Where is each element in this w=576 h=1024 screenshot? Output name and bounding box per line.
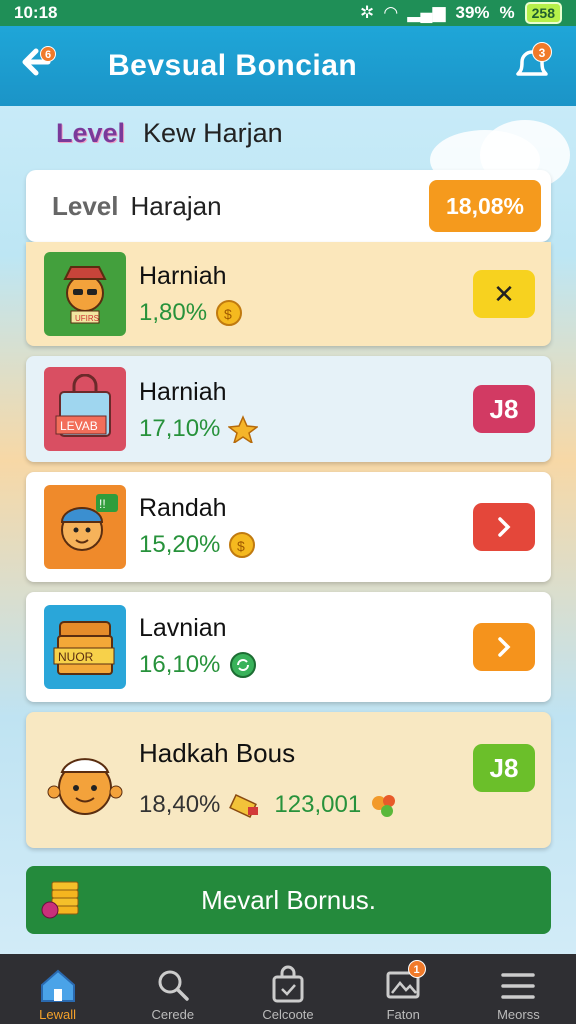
thumb-label: NUOR bbox=[58, 650, 94, 664]
notification-badge: 3 bbox=[532, 42, 552, 62]
bonus-action-button[interactable]: J8 bbox=[473, 744, 535, 792]
item-action-button[interactable]: ✕ bbox=[473, 270, 535, 318]
thumb-label: LEVAB bbox=[60, 419, 98, 433]
svg-text:$: $ bbox=[224, 306, 232, 322]
chevron-right-icon bbox=[498, 517, 511, 537]
nav-label: Cerede bbox=[151, 1007, 195, 1022]
nav-item-search[interactable]: Cerede bbox=[115, 954, 230, 1024]
home-icon bbox=[40, 969, 75, 1002]
list-item[interactable]: !! Randah 15,20% $ bbox=[26, 472, 551, 582]
treasure-chest-icon: NUOR bbox=[44, 605, 126, 689]
battery-indicator: 258 bbox=[524, 2, 562, 24]
summary-panel: Level Harajan 18,08% bbox=[26, 170, 551, 242]
nav-label: Lewall bbox=[39, 1007, 77, 1022]
character-avatar-icon: UFIRS bbox=[44, 252, 126, 336]
refresh-coin-icon bbox=[230, 652, 257, 678]
list-item[interactable]: NUOR Lavnian 16,10% bbox=[26, 592, 551, 702]
character-avatar-icon: !! bbox=[44, 485, 126, 569]
battery-label: % bbox=[499, 3, 515, 22]
svg-text:$: $ bbox=[237, 538, 245, 554]
nav-label: Faton bbox=[386, 1007, 420, 1022]
nav-item-gallery[interactable]: 1 Faton bbox=[346, 954, 461, 1024]
item-action-button[interactable] bbox=[473, 503, 535, 551]
claim-bonus-label: Mevarl Bornus. bbox=[201, 884, 376, 915]
bottom-nav: Lewall Cerede Celcoote 1 Faton Meorss bbox=[0, 954, 576, 1024]
subheader: Level Kew Harjan bbox=[56, 118, 283, 149]
status-bar: 10:18 ✲ ◠ ▂▄▆ 39% % 258 bbox=[0, 0, 576, 26]
gem-cluster-icon bbox=[372, 795, 396, 817]
nav-item-home[interactable]: Lewall bbox=[0, 954, 115, 1024]
page-title: Bevsual Boncian bbox=[108, 49, 358, 82]
item-name: Lavnian bbox=[139, 614, 227, 642]
coin-icon: $ bbox=[216, 300, 243, 326]
nav-label: Celcoote bbox=[262, 1007, 314, 1022]
bonus-reward: 123,001 bbox=[274, 791, 362, 818]
menu-icon bbox=[501, 973, 536, 999]
item-percent: 16,10% bbox=[139, 651, 221, 678]
nav-item-menu[interactable]: Meorss bbox=[461, 954, 576, 1024]
signal-icon: ▂▄▆ bbox=[407, 3, 446, 22]
coin-icon: $ bbox=[229, 532, 256, 558]
subheader-title: Kew Harjan bbox=[143, 118, 283, 148]
item-percent: 15,20% bbox=[139, 531, 221, 558]
notification-button[interactable]: 3 bbox=[510, 40, 554, 84]
thumb-label: !! bbox=[99, 497, 106, 511]
back-button[interactable]: 6 bbox=[18, 44, 62, 88]
list-item[interactable]: UFIRS Harniah 1,80% $ ✕ bbox=[26, 242, 551, 346]
item-action-button[interactable] bbox=[473, 623, 535, 671]
summary-level-label: Level bbox=[52, 190, 119, 221]
chevron-right-icon bbox=[498, 637, 511, 657]
subheader-level: Level bbox=[56, 118, 126, 148]
thumb-label: UFIRS bbox=[75, 314, 99, 323]
summary-name: Harajan bbox=[130, 190, 222, 221]
shopping-bag-icon: LEVAB bbox=[44, 367, 126, 451]
item-name: Harniah bbox=[139, 262, 227, 290]
coin-stack-icon bbox=[40, 878, 86, 929]
item-name: Harniah bbox=[139, 378, 227, 406]
nav-badge: 1 bbox=[407, 960, 426, 978]
gift-icon bbox=[229, 794, 259, 818]
list-item[interactable]: LEVAB Harniah 17,10% J8 bbox=[26, 356, 551, 462]
back-badge: 6 bbox=[40, 46, 56, 62]
nav-label: Meorss bbox=[497, 1007, 540, 1022]
signal-percent: 39% bbox=[455, 3, 490, 22]
bag-icon bbox=[272, 965, 304, 1003]
status-time: 10:18 bbox=[14, 3, 58, 22]
bonus-percent: 18,40% bbox=[139, 791, 221, 818]
item-percent: 17,10% bbox=[139, 415, 221, 442]
bonus-name: Hadkah Bous bbox=[139, 738, 296, 768]
mascot-icon bbox=[40, 732, 130, 828]
item-percent: 1,80% bbox=[139, 299, 208, 326]
search-icon bbox=[158, 970, 189, 1001]
nav-item-bag[interactable]: Celcoote bbox=[230, 954, 345, 1024]
settings-icon: ✲ bbox=[359, 3, 375, 22]
bonus-card[interactable]: Hadkah Bous 18,40% 123,001 J8 bbox=[26, 712, 551, 848]
wifi-icon: ◠ bbox=[384, 3, 398, 22]
app-bar: 6 Bevsual Boncian 3 bbox=[0, 26, 576, 106]
summary-amount-badge[interactable]: 18,08% bbox=[429, 180, 541, 232]
claim-bonus-button[interactable]: Mevarl Bornus. bbox=[26, 866, 551, 934]
item-action-button[interactable]: J8 bbox=[473, 385, 535, 433]
item-name: Randah bbox=[139, 494, 227, 522]
star-icon bbox=[228, 415, 259, 443]
